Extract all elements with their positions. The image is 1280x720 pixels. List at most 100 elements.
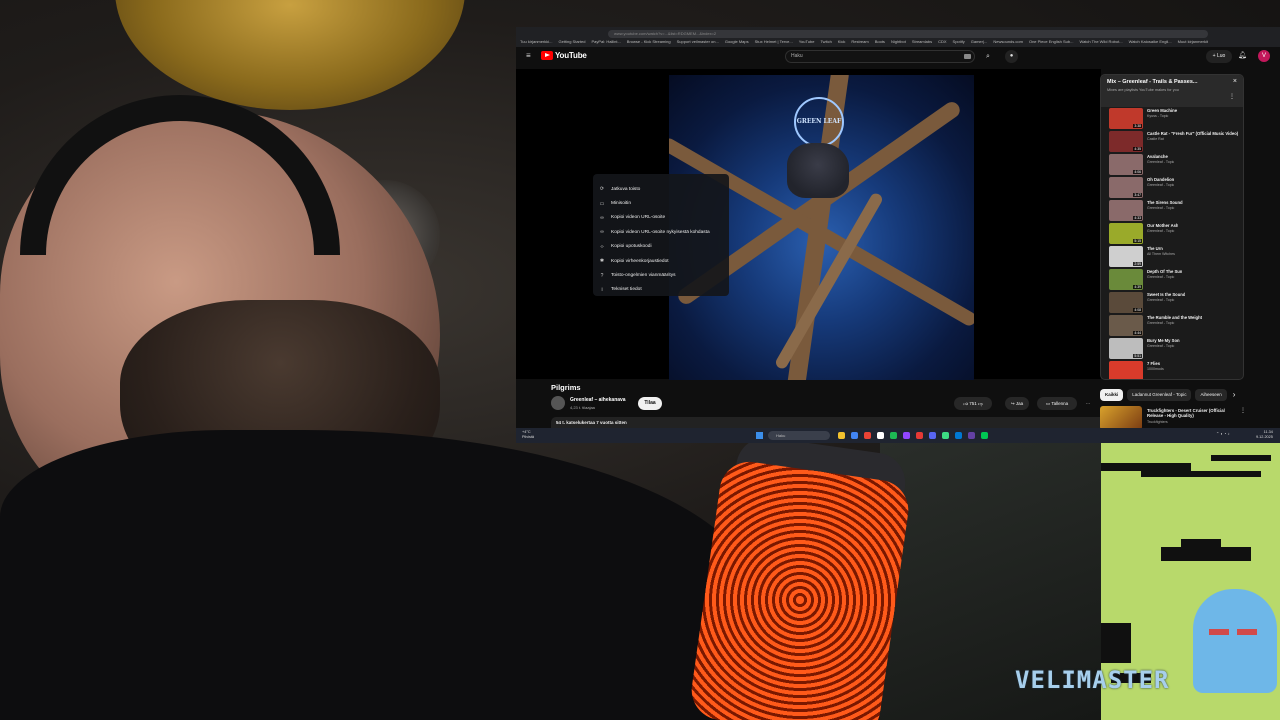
playlist-thumbnail[interactable]: 4:39 [1109, 269, 1143, 290]
bookmark-item[interactable]: Boots [875, 39, 885, 46]
playlist-thumbnail[interactable]: 5:51 [1109, 338, 1143, 359]
bookmark-item[interactable]: Watch Kaiosaike Engli... [1129, 39, 1172, 46]
taskbar-app-icon[interactable] [864, 432, 871, 439]
playlist-item[interactable]: 5:15 Our Mother Ash Greenleaf - Topic [1101, 222, 1243, 245]
more-actions-button[interactable]: ··· [1081, 397, 1095, 410]
taskbar-app-icon[interactable] [955, 432, 962, 439]
bookmark-item[interactable]: Tuu kirjanmerkki... [520, 39, 553, 46]
playlist-thumbnail[interactable]: 4:35 [1109, 131, 1143, 152]
bookmark-item[interactable]: CDX [938, 39, 946, 46]
notifications-bell-icon[interactable]: 🔔︎ [1238, 51, 1247, 59]
playlist-item[interactable]: 5:51 Bury Me My Son Greenleaf - Topic [1101, 337, 1243, 360]
clock[interactable]: 11.34 9.12.2025 [1256, 430, 1273, 439]
taskbar-app-icon[interactable] [903, 432, 910, 439]
context-menu-item[interactable]: ✱ Kopioi virheenkorjaustiedot [593, 254, 729, 268]
close-icon[interactable]: × [1233, 78, 1237, 85]
windows-start-icon[interactable] [756, 432, 763, 439]
taskbar-app-icon[interactable] [981, 432, 988, 439]
playlist-thumbnail[interactable]: 4:08 [1109, 292, 1143, 313]
more-vertical-icon[interactable]: ⋮ [1240, 407, 1246, 414]
playlist-item[interactable]: 4:33 The Sirens Sound Greenleaf - Topic [1101, 199, 1243, 222]
playlist-item[interactable]: 3:38 Green Machine Kyuss - Topic [1101, 107, 1243, 130]
search-button[interactable]: ⌕ [980, 50, 996, 63]
playlist-thumbnail[interactable]: 3:47 [1109, 177, 1143, 198]
playlist-item[interactable]: 4:08 Sweet Is the Sound Greenleaf - Topic [1101, 291, 1243, 314]
taskbar-app-icon[interactable] [942, 432, 949, 439]
playlist-item[interactable]: 4:35 Castle Rat - "Fresh Fur" (Official M… [1101, 130, 1243, 153]
bookmark-item[interactable]: Browse - Kick Streaming [627, 39, 671, 46]
recommended-thumbnail[interactable] [1100, 406, 1142, 430]
share-button[interactable]: ↪ Jaa [1005, 397, 1029, 410]
address-bar[interactable]: www.youtube.com/watch?v=...&list=RDGMEM.… [608, 30, 1208, 38]
filter-chip[interactable]: Aiheeseen [1195, 388, 1227, 401]
recommended-video[interactable]: Truckfighters - Desert Cruiser (Official… [1100, 406, 1280, 430]
thumbs-down-icon[interactable]: 👎︎ [978, 401, 983, 406]
taskbar-app-icon[interactable] [968, 432, 975, 439]
search-input[interactable]: Haku [785, 50, 975, 63]
bookmark-item[interactable]: One Piece English Sub... [1029, 39, 1073, 46]
bookmark-item[interactable]: Newsounds.com [993, 39, 1023, 46]
recommended-channel[interactable]: Truckfighters [1147, 420, 1168, 424]
taskbar-app-icon[interactable] [838, 432, 845, 439]
channel-avatar[interactable] [551, 396, 565, 410]
bookmark-item[interactable]: Kick [838, 39, 846, 46]
keyboard-icon[interactable] [964, 54, 971, 59]
save-button[interactable]: ▭ Tallenna [1037, 397, 1077, 410]
playlist-thumbnail[interactable]: 3:38 [1109, 108, 1143, 129]
playlist-item[interactable]: 2:59 The Urn All Them Witches [1101, 245, 1243, 268]
bookmark-item[interactable]: Streamlabs [912, 39, 932, 46]
context-menu-item[interactable]: ∞ Kopioi videon URL-osoite nykyisestä koh… [593, 225, 729, 239]
bookmark-item[interactable]: Support veilmaster on... [677, 39, 719, 46]
taskbar-app-icon[interactable] [877, 432, 884, 439]
taskbar-app-icon[interactable] [890, 432, 897, 439]
create-button[interactable]: + Luo [1206, 50, 1232, 63]
playlist-thumbnail[interactable]: 4:33 [1109, 200, 1143, 221]
chevron-right-icon[interactable]: › [1233, 390, 1236, 399]
playlist-item[interactable]: 4:06 Avalanche Greenleaf - Topic [1101, 153, 1243, 176]
channel-name[interactable]: Greenleaf – aihekanava [570, 397, 626, 403]
bookmark-item[interactable]: Nightbot [891, 39, 906, 46]
youtube-logo[interactable]: YouTube [541, 51, 587, 60]
context-menu-item[interactable]: ? Toisto-ongelmien vianmääritys [593, 268, 729, 282]
bookmark-item[interactable]: PayPal: Hallint... [591, 39, 620, 46]
context-menu-item[interactable]: ▭ Minisoitin [593, 196, 729, 210]
context-menu-item[interactable]: ‹› Kopioi upotuskoodi [593, 240, 729, 254]
playlist-item[interactable]: 4:39 Depth Of The Sun Greenleaf - Topic [1101, 268, 1243, 291]
bookmark-item[interactable]: Getting Started [559, 39, 586, 46]
context-menu-item[interactable]: i Tekniset tiedot [593, 283, 729, 297]
account-avatar[interactable]: V [1258, 50, 1270, 62]
hamburger-menu-icon[interactable]: ≡ [526, 52, 534, 60]
bookmark-item[interactable]: Stux Helmet | Terve... [755, 39, 793, 46]
playlist-item[interactable]: 4:44 The Rumble and the Weight Greenleaf -… [1101, 314, 1243, 337]
taskbar-search[interactable]: Haku [768, 431, 830, 440]
playlist-thumbnail[interactable] [1109, 361, 1143, 379]
playlist-thumbnail[interactable]: 4:06 [1109, 154, 1143, 175]
bookmark-item[interactable]: Muut kirjanmerkit [1178, 39, 1208, 46]
context-menu-item[interactable]: ⟳ Jatkuva toisto [593, 182, 729, 196]
subscribe-button[interactable]: Tilaa [638, 397, 662, 410]
bookmark-item[interactable]: Google Maps [725, 39, 749, 46]
context-menu-item[interactable]: ∞ Kopioi videon URL-osoite [593, 211, 729, 225]
playlist-item[interactable]: 3:47 Oh Dandelion Greenleaf - Topic [1101, 176, 1243, 199]
taskbar-app-icon[interactable] [851, 432, 858, 439]
filter-chip[interactable]: Kaikki [1100, 388, 1124, 401]
playlist-item[interactable]: 7 Flies 1000mods [1101, 360, 1243, 379]
playlist-thumbnail[interactable]: 2:59 [1109, 246, 1143, 267]
playlist-thumbnail[interactable]: 5:15 [1109, 223, 1143, 244]
bookmark-item[interactable]: Watch The Wild Robot... [1079, 39, 1122, 46]
bookmark-item[interactable]: Restream [851, 39, 868, 46]
voice-search-icon[interactable]: ● [1005, 50, 1018, 63]
recommended-title[interactable]: Truckfighters - Desert Cruiser (Official… [1147, 408, 1237, 418]
bookmark-item[interactable]: Spotify [953, 39, 965, 46]
filter-chip[interactable]: Ladannut Greenleaf - Topic [1127, 388, 1192, 401]
playlist-thumbnail[interactable]: 4:44 [1109, 315, 1143, 336]
taskbar-app-icon[interactable] [916, 432, 923, 439]
video-player[interactable]: GREEN LEAF ⟳ Jatkuva toisto ▭ Minisoitin ∞ Ko… [516, 69, 1101, 380]
bookmark-item[interactable]: YouTube [799, 39, 815, 46]
thumbs-up-icon[interactable]: 👍︎ [963, 401, 968, 406]
bookmark-item[interactable]: Gamer|... [971, 39, 988, 46]
weather-widget[interactable]: +4°C Pilvistä [522, 430, 534, 439]
taskbar-app-icon[interactable] [929, 432, 936, 439]
more-vertical-icon[interactable]: ⋮ [1229, 93, 1235, 100]
like-dislike-pill[interactable]: 👍︎ 751 👎︎ [954, 397, 992, 410]
